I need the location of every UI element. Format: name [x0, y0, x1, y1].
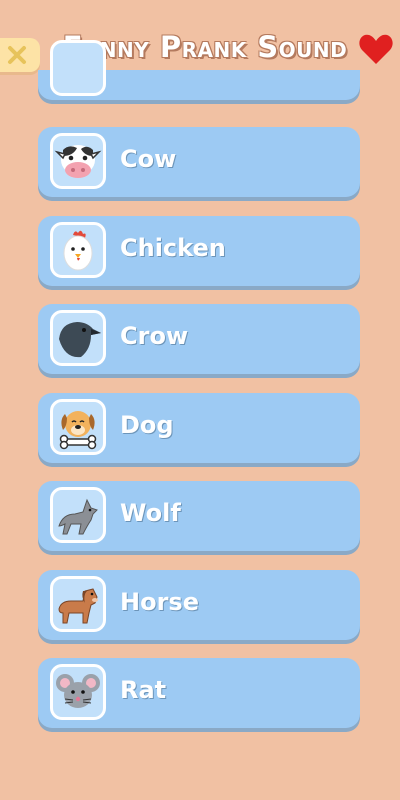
sound-item-chicken[interactable]: Chicken [38, 216, 360, 286]
crow-icon [59, 322, 101, 358]
sound-item-dog[interactable]: Dog [38, 393, 360, 463]
sound-label: Rat [120, 676, 167, 704]
list-item-partial[interactable] [38, 40, 360, 100]
crow-thumbnail [50, 310, 106, 366]
wolf-icon [58, 498, 98, 535]
horse-thumbnail [50, 576, 106, 632]
partial-item-thumbnail [50, 40, 106, 96]
sound-item-horse[interactable]: Horse [38, 570, 360, 640]
sound-label: Cow [120, 145, 177, 173]
sound-label: Horse [120, 588, 199, 616]
cow-icon [54, 145, 102, 178]
horse-icon [58, 588, 98, 624]
rat-icon [56, 674, 100, 708]
sound-list: Cow Chicken Crow Dog Wolf Horse Rat [0, 0, 400, 800]
sound-label: Chicken [120, 234, 226, 262]
sound-item-wolf[interactable]: Wolf [38, 481, 360, 551]
dog-thumbnail [50, 399, 106, 455]
sound-item-cow[interactable]: Cow [38, 127, 360, 197]
sound-label: Crow [120, 322, 189, 350]
cow-thumbnail [50, 133, 106, 189]
chicken-thumbnail [50, 222, 106, 278]
sound-item-rat[interactable]: Rat [38, 658, 360, 728]
sound-label: Wolf [120, 499, 181, 527]
wolf-thumbnail [50, 487, 106, 543]
rat-thumbnail [50, 664, 106, 720]
dog-icon [59, 411, 97, 450]
chicken-icon [63, 230, 93, 271]
sound-label: Dog [120, 411, 174, 439]
sound-item-crow[interactable]: Crow [38, 304, 360, 374]
